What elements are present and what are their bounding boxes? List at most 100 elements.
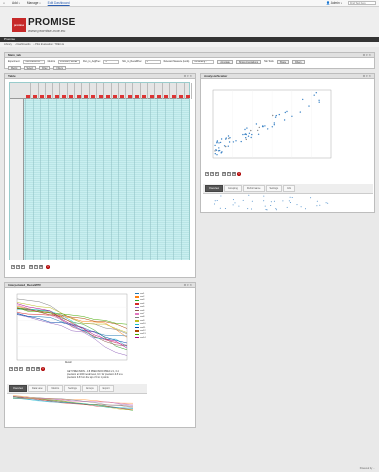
legend-swatch bbox=[135, 293, 139, 295]
grid-icon[interactable]: ▦ bbox=[39, 265, 43, 269]
legend-swatch bbox=[135, 323, 139, 325]
delete-icon[interactable]: × bbox=[237, 172, 241, 176]
legend-swatch bbox=[135, 326, 139, 329]
column-tag bbox=[40, 95, 45, 98]
delete-icon[interactable]: × bbox=[46, 265, 50, 269]
row-labels bbox=[10, 99, 24, 260]
filter-button[interactable]: Filter bbox=[39, 66, 51, 70]
scatter-preview[interactable] bbox=[207, 191, 335, 213]
scatter-point bbox=[318, 99, 320, 101]
scatter-point bbox=[275, 114, 277, 117]
panel-controls[interactable]: ⚙ ▾ ✕ bbox=[363, 74, 371, 78]
tab-export[interactable]: Export bbox=[98, 385, 114, 392]
tab-metrics[interactable]: Metrics bbox=[47, 385, 64, 392]
breadcrumb-item: Pilot Evaluation: TREC-E bbox=[35, 43, 65, 46]
show-annotations-button[interactable]: Show Annotations bbox=[235, 60, 262, 64]
home-icon[interactable]: ⌂ bbox=[3, 1, 5, 5]
select-button[interactable]: Select bbox=[23, 66, 37, 70]
breadcrumb-item[interactable]: Library bbox=[4, 43, 12, 46]
panel-controls[interactable]: ⚙ ▾ ✕ bbox=[363, 53, 371, 57]
tab-groups[interactable]: Groups bbox=[81, 385, 98, 392]
scatter-point bbox=[267, 128, 269, 130]
line-toolbar: ◂ ⇥ ▸ ▤ ↻ ▦ × bbox=[9, 367, 45, 371]
chart-icon[interactable]: ▤ bbox=[26, 367, 30, 371]
filters-button[interactable]: Filters bbox=[292, 60, 305, 64]
project-title: Promise bbox=[4, 37, 16, 41]
legend-item: run14 bbox=[135, 336, 163, 339]
scatter-point bbox=[215, 149, 218, 151]
filters2-button[interactable]: Filters bbox=[53, 66, 66, 70]
scatter-point bbox=[282, 200, 284, 202]
scatter-point bbox=[263, 200, 265, 202]
scatter-point bbox=[313, 94, 315, 96]
refresh-icon[interactable]: ↻ bbox=[31, 367, 35, 371]
chart-icon[interactable]: ▤ bbox=[222, 172, 226, 176]
scatter-point bbox=[244, 133, 246, 136]
export-icon[interactable]: ⇥ bbox=[14, 367, 18, 371]
scatter-point bbox=[214, 144, 216, 147]
manage-menu[interactable]: Manage▾ bbox=[27, 1, 41, 5]
add-menu[interactable]: Add▾ bbox=[12, 1, 20, 5]
scatter-point bbox=[272, 114, 274, 117]
brand-logo[interactable]: promise bbox=[12, 18, 26, 32]
edit-dashboard-link[interactable]: Edit Dashboard bbox=[48, 1, 70, 5]
back-icon[interactable]: ◂ bbox=[9, 367, 13, 371]
legend-label: run13 bbox=[140, 333, 146, 336]
legend-label: run9 bbox=[140, 319, 145, 322]
brand-url: www.promise-noe.eu bbox=[28, 28, 66, 33]
column-tag bbox=[25, 95, 30, 98]
annotate-button[interactable]: Annotate bbox=[217, 60, 233, 64]
scatter-point bbox=[229, 137, 231, 139]
column-tag bbox=[98, 95, 103, 98]
panel-controls[interactable]: ⚙ ▾ ✕ bbox=[184, 74, 192, 78]
refresh-icon[interactable]: ↻ bbox=[34, 265, 38, 269]
tab-data-view[interactable]: Data view bbox=[27, 385, 47, 392]
legend-swatch bbox=[135, 320, 139, 322]
recall-select[interactable]: 5 bbox=[144, 60, 161, 64]
recall-precision-preview[interactable] bbox=[11, 393, 139, 415]
results-table[interactable] bbox=[9, 82, 192, 260]
chart-icon[interactable]: ▤ bbox=[29, 265, 33, 269]
legend-label: run8 bbox=[140, 316, 145, 319]
scatter-point bbox=[251, 208, 252, 210]
legend-swatch bbox=[135, 337, 139, 339]
forward-icon[interactable]: ▸ bbox=[215, 172, 219, 176]
share-button[interactable]: Share bbox=[276, 60, 290, 64]
back-icon[interactable]: ◂ bbox=[11, 265, 15, 269]
search-input[interactable]: Find Text here bbox=[348, 1, 376, 5]
panel-controls[interactable]: ⚙ ▾ ✕ bbox=[184, 283, 192, 287]
scatter-point bbox=[232, 141, 235, 143]
measure-select[interactable]: Anmelding... bbox=[192, 60, 215, 64]
column-tag bbox=[135, 95, 139, 98]
column-tag bbox=[171, 95, 176, 98]
experiment-select[interactable]: TrecVideo2011 ... bbox=[22, 60, 45, 64]
scatter-plot[interactable] bbox=[203, 86, 335, 166]
metrics-select[interactable]: Precision, Recall bbox=[58, 60, 81, 64]
delete-icon[interactable]: × bbox=[41, 367, 45, 371]
grid-icon[interactable]: ▦ bbox=[232, 172, 236, 176]
column-tag bbox=[127, 95, 132, 98]
main-panel: Main_tab ⚙ ▾ ✕ Experiment TrecVideo2011 ..… bbox=[4, 52, 375, 70]
scatter-point bbox=[225, 145, 227, 148]
scatter-point bbox=[288, 200, 290, 202]
tab-overview[interactable]: Overview bbox=[9, 385, 27, 392]
grid-icon[interactable]: ▦ bbox=[36, 367, 40, 371]
chart-legend: run1 run2 run3 run4 run5 run6 run7 run8 run9 run1… bbox=[135, 292, 163, 339]
back-icon[interactable]: ◂ bbox=[205, 172, 209, 176]
user-menu[interactable]: 👤 Admin▾ bbox=[326, 1, 342, 5]
export-icon[interactable]: ⇥ bbox=[16, 265, 20, 269]
scatter-point bbox=[248, 194, 250, 196]
refresh-icon[interactable]: ↻ bbox=[227, 172, 231, 176]
export-icon[interactable]: ⇥ bbox=[210, 172, 214, 176]
forward-icon[interactable]: ▸ bbox=[19, 367, 23, 371]
tab-settings[interactable]: Settings bbox=[64, 385, 81, 392]
column-tag bbox=[54, 95, 59, 98]
breadcrumb-item[interactable]: Dashboards bbox=[17, 43, 31, 46]
forward-icon[interactable]: ▸ bbox=[21, 265, 25, 269]
metric-button[interactable]: Metric bbox=[8, 66, 21, 70]
scatter-point bbox=[220, 152, 222, 154]
run-select[interactable]: 4 bbox=[103, 60, 120, 64]
scatter-point bbox=[220, 195, 222, 197]
recall-precision-chart[interactable] bbox=[9, 292, 129, 364]
scatter-point bbox=[263, 195, 265, 197]
